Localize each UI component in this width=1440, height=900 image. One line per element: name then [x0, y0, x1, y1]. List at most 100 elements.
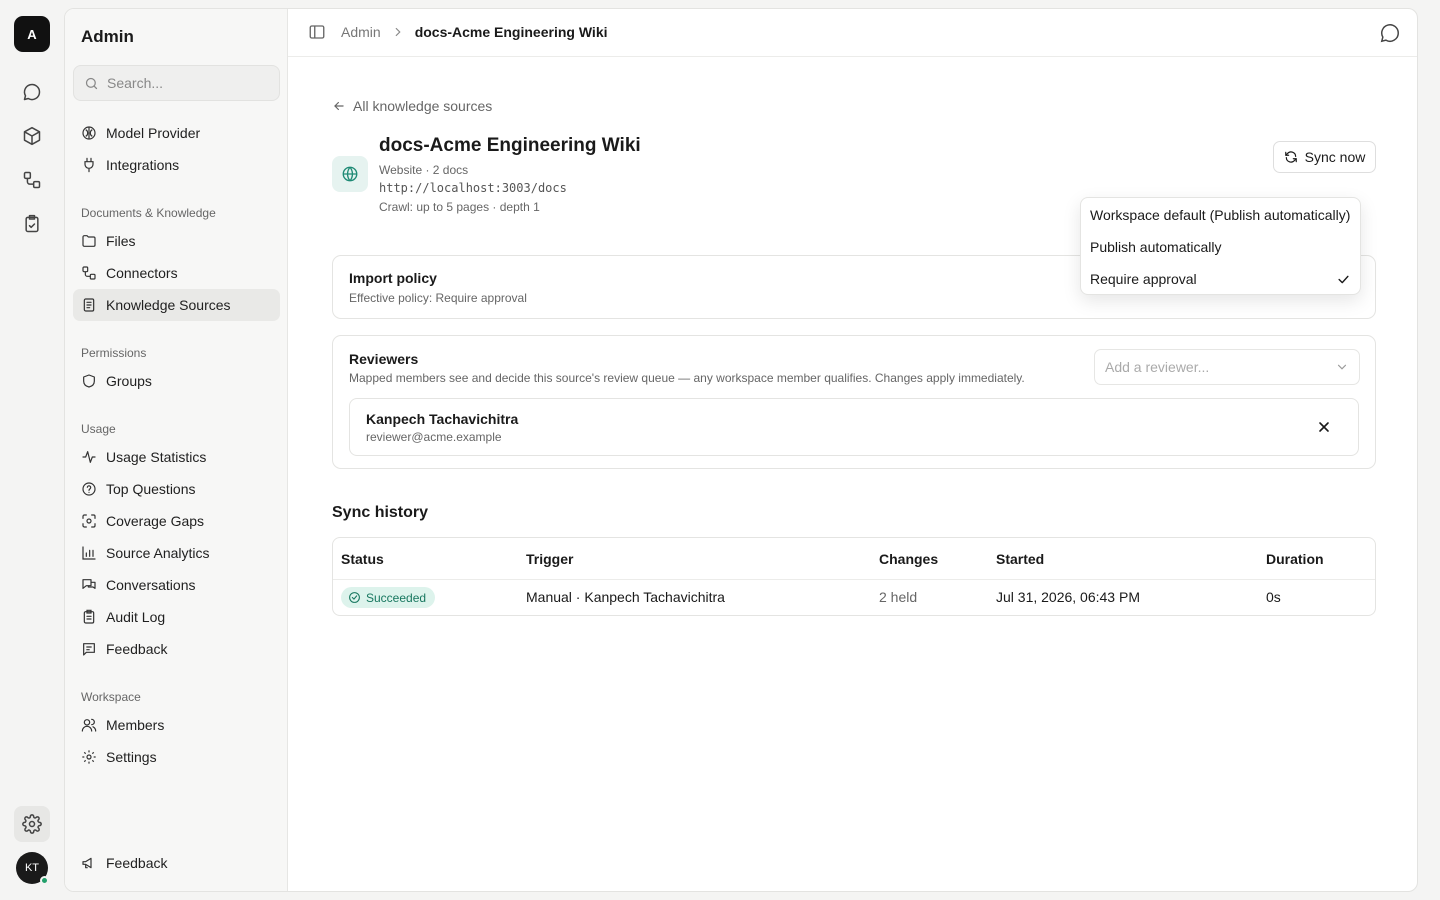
column-header-started: Started	[996, 551, 1045, 567]
sidebar-item-label: Conversations	[106, 577, 196, 593]
sidebar-item-connectors[interactable]: Connectors	[73, 257, 280, 289]
sidebar-item-files[interactable]: Files	[73, 225, 280, 257]
status-label: Succeeded	[366, 590, 427, 605]
sidebar-item-conversations[interactable]: Conversations	[73, 569, 280, 601]
breadcrumb: Admin docs-Acme Engineering Wiki	[341, 24, 608, 40]
sidebar-item-label: Members	[106, 717, 165, 733]
sidebar-footer-feedback[interactable]: Feedback	[73, 847, 280, 879]
column-header-duration: Duration	[1266, 551, 1324, 567]
import-policy-subtitle: Effective policy: Require approval	[349, 291, 527, 305]
policy-option-require-approval[interactable]: Require approval	[1082, 263, 1359, 295]
sidebar-item-audit-log[interactable]: Audit Log	[73, 601, 280, 633]
source-meta: Website · 2 docs	[379, 163, 469, 177]
sidebar-toggle-icon[interactable]	[308, 23, 326, 41]
section-workspace: Workspace	[81, 690, 141, 704]
sidebar-item-label: Usage Statistics	[106, 449, 207, 465]
users-icon	[81, 718, 97, 732]
shield-icon	[83, 374, 95, 388]
plug-icon	[84, 157, 94, 173]
column-header-trigger: Trigger	[526, 551, 574, 567]
sidebar-item-model-provider[interactable]: Model Provider	[73, 117, 280, 149]
messages-icon	[82, 579, 96, 589]
sidebar-item-integrations[interactable]: Integrations	[73, 149, 280, 181]
sidebar-item-groups[interactable]: Groups	[73, 365, 280, 397]
search-icon	[85, 77, 98, 89]
search-placeholder: Search...	[107, 75, 164, 91]
check-icon	[1338, 275, 1349, 283]
row-started: Jul 31, 2026, 06:43 PM	[996, 589, 1140, 605]
sidebar-item-top-questions[interactable]: Top Questions	[73, 473, 280, 505]
import-policy-dropdown: Workspace default (Publish automatically…	[1080, 197, 1361, 295]
arrow-left-icon	[334, 101, 344, 111]
remove-reviewer-icon[interactable]	[1316, 419, 1332, 435]
message-square-icon	[83, 643, 95, 656]
sidebar-item-label: Source Analytics	[106, 545, 210, 561]
globe-icon	[332, 156, 368, 192]
bar-chart-icon	[82, 546, 96, 560]
sidebar-item-settings[interactable]: Settings	[73, 741, 280, 773]
back-link[interactable]: All knowledge sources	[332, 98, 492, 114]
sidebar-item-knowledge-sources[interactable]: Knowledge Sources	[73, 289, 280, 321]
sidebar-item-usage-statistics[interactable]: Usage Statistics	[73, 441, 280, 473]
app-rail: A KT	[0, 0, 64, 900]
policy-option-publish-automatically[interactable]: Publish automatically	[1082, 231, 1359, 263]
import-policy-title: Import policy	[349, 270, 437, 286]
sidebar-item-label: Model Provider	[106, 125, 201, 141]
sidebar-item-members[interactable]: Members	[73, 709, 280, 741]
status-badge: Succeeded	[341, 587, 436, 608]
column-header-status: Status	[341, 551, 384, 567]
sidebar-title: Admin	[81, 27, 134, 46]
sync-now-label: Sync now	[1304, 149, 1366, 165]
row-trigger: Manual · Kanpech Tachavichitra	[526, 589, 725, 605]
section-permissions: Permissions	[81, 346, 147, 360]
sidebar-item-label: Groups	[106, 373, 152, 389]
cube-icon[interactable]	[14, 118, 50, 154]
settings-icon[interactable]	[14, 806, 50, 842]
add-reviewer-select[interactable]: Add a reviewer...	[1094, 349, 1360, 385]
sidebar-item-label: Top Questions	[106, 481, 196, 497]
sidebar-item-label: Connectors	[106, 265, 178, 281]
row-duration: 0s	[1266, 589, 1281, 605]
folder-icon	[82, 235, 96, 247]
breadcrumb-admin[interactable]: Admin	[341, 24, 381, 40]
question-icon	[82, 482, 96, 496]
clipboard-icon	[83, 609, 95, 624]
check-circle-icon	[349, 592, 360, 603]
sync-now-button[interactable]: Sync now	[1273, 141, 1376, 173]
sync-history-table: Status Trigger Changes Started Duration …	[332, 537, 1376, 616]
megaphone-icon	[82, 857, 92, 869]
chevron-right-icon	[395, 27, 401, 37]
workspace-logo[interactable]: A	[14, 16, 50, 52]
scan-icon	[82, 514, 96, 528]
sync-history-title: Sync history	[332, 504, 429, 521]
reviewer-item: Kanpech Tachavichitra reviewer@acme.exam…	[349, 398, 1359, 456]
back-link-label: All knowledge sources	[353, 98, 493, 114]
sidebar-item-coverage-gaps[interactable]: Coverage Gaps	[73, 505, 280, 537]
top-bar: Admin docs-Acme Engineering Wiki	[288, 9, 1417, 57]
connector-icon	[82, 266, 96, 280]
main-content: All knowledge sources docs-Acme Engineer…	[288, 57, 1417, 891]
workflow-icon[interactable]	[14, 162, 50, 198]
brain-icon	[82, 126, 96, 140]
sidebar-item-label: Feedback	[106, 855, 168, 871]
sidebar-item-label: Files	[106, 233, 136, 249]
reviewer-email: reviewer@acme.example	[366, 430, 502, 444]
chat-bubble-icon[interactable]	[1379, 22, 1401, 44]
clipboard-check-icon[interactable]	[14, 206, 50, 242]
chevron-down-icon	[1337, 364, 1347, 370]
policy-option-workspace-default[interactable]: Workspace default (Publish automatically…	[1082, 199, 1359, 231]
row-changes: 2 held	[879, 589, 918, 605]
sidebar-item-source-analytics[interactable]: Source Analytics	[73, 537, 280, 569]
column-header-changes: Changes	[879, 551, 939, 567]
sidebar-item-label: Coverage Gaps	[106, 513, 205, 529]
source-title: docs-Acme Engineering Wiki	[379, 135, 641, 156]
section-usage: Usage	[81, 422, 116, 436]
book-icon	[83, 298, 95, 312]
sidebar-item-label: Settings	[106, 749, 157, 765]
chat-icon[interactable]	[14, 74, 50, 110]
sidebar-search-input[interactable]: Search...	[73, 65, 280, 101]
option-label: Publish automatically	[1090, 239, 1222, 255]
reviewer-name: Kanpech Tachavichitra	[366, 411, 519, 427]
sidebar-item-feedback[interactable]: Feedback	[73, 633, 280, 665]
sidebar-item-label: Feedback	[106, 641, 168, 657]
